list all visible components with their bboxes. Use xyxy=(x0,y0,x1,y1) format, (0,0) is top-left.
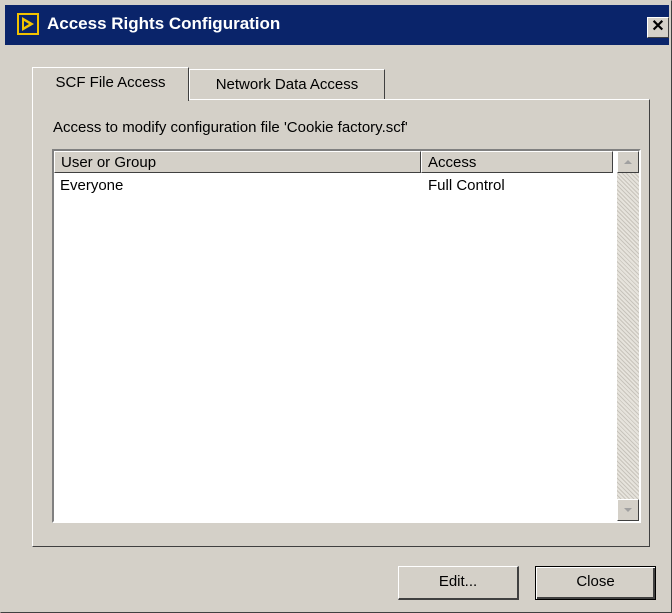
tab-scf-file-access[interactable]: SCF File Access xyxy=(32,67,189,101)
close-icon: ✕ xyxy=(651,18,665,35)
panel-caption: Access to modify configuration file 'Coo… xyxy=(53,119,408,136)
arrow-up-icon xyxy=(624,160,632,164)
tab-label: Network Data Access xyxy=(215,76,359,93)
close-button[interactable]: Close xyxy=(535,566,656,600)
column-header-label: User or Group xyxy=(61,154,157,171)
dialog-window: Access Rights Configuration ✕ SCF File A… xyxy=(0,0,672,613)
tab-label: SCF File Access xyxy=(55,74,166,91)
access-listbox[interactable]: User or Group Access Everyone Full Contr… xyxy=(52,149,641,523)
edit-button[interactable]: Edit... xyxy=(398,566,519,600)
scroll-up-button[interactable] xyxy=(617,151,639,173)
labview-icon xyxy=(17,13,39,35)
row-access-cell: Full Control xyxy=(428,177,505,194)
scroll-down-button[interactable] xyxy=(617,499,639,521)
column-header-user-or-group[interactable]: User or Group xyxy=(54,151,421,173)
close-button-label: Close xyxy=(576,573,615,590)
column-header-label: Access xyxy=(428,154,477,171)
window-title: Access Rights Configuration xyxy=(47,14,281,33)
title-bar[interactable]: Access Rights Configuration ✕ xyxy=(5,5,669,45)
edit-button-label: Edit... xyxy=(438,573,478,590)
column-header-access[interactable]: Access xyxy=(421,151,613,173)
close-window-button[interactable]: ✕ xyxy=(647,17,669,38)
row-user-cell: Everyone xyxy=(60,177,124,194)
arrow-down-icon xyxy=(624,508,632,512)
vertical-scrollbar[interactable] xyxy=(617,151,639,521)
tab-network-data-access[interactable]: Network Data Access xyxy=(189,69,385,101)
